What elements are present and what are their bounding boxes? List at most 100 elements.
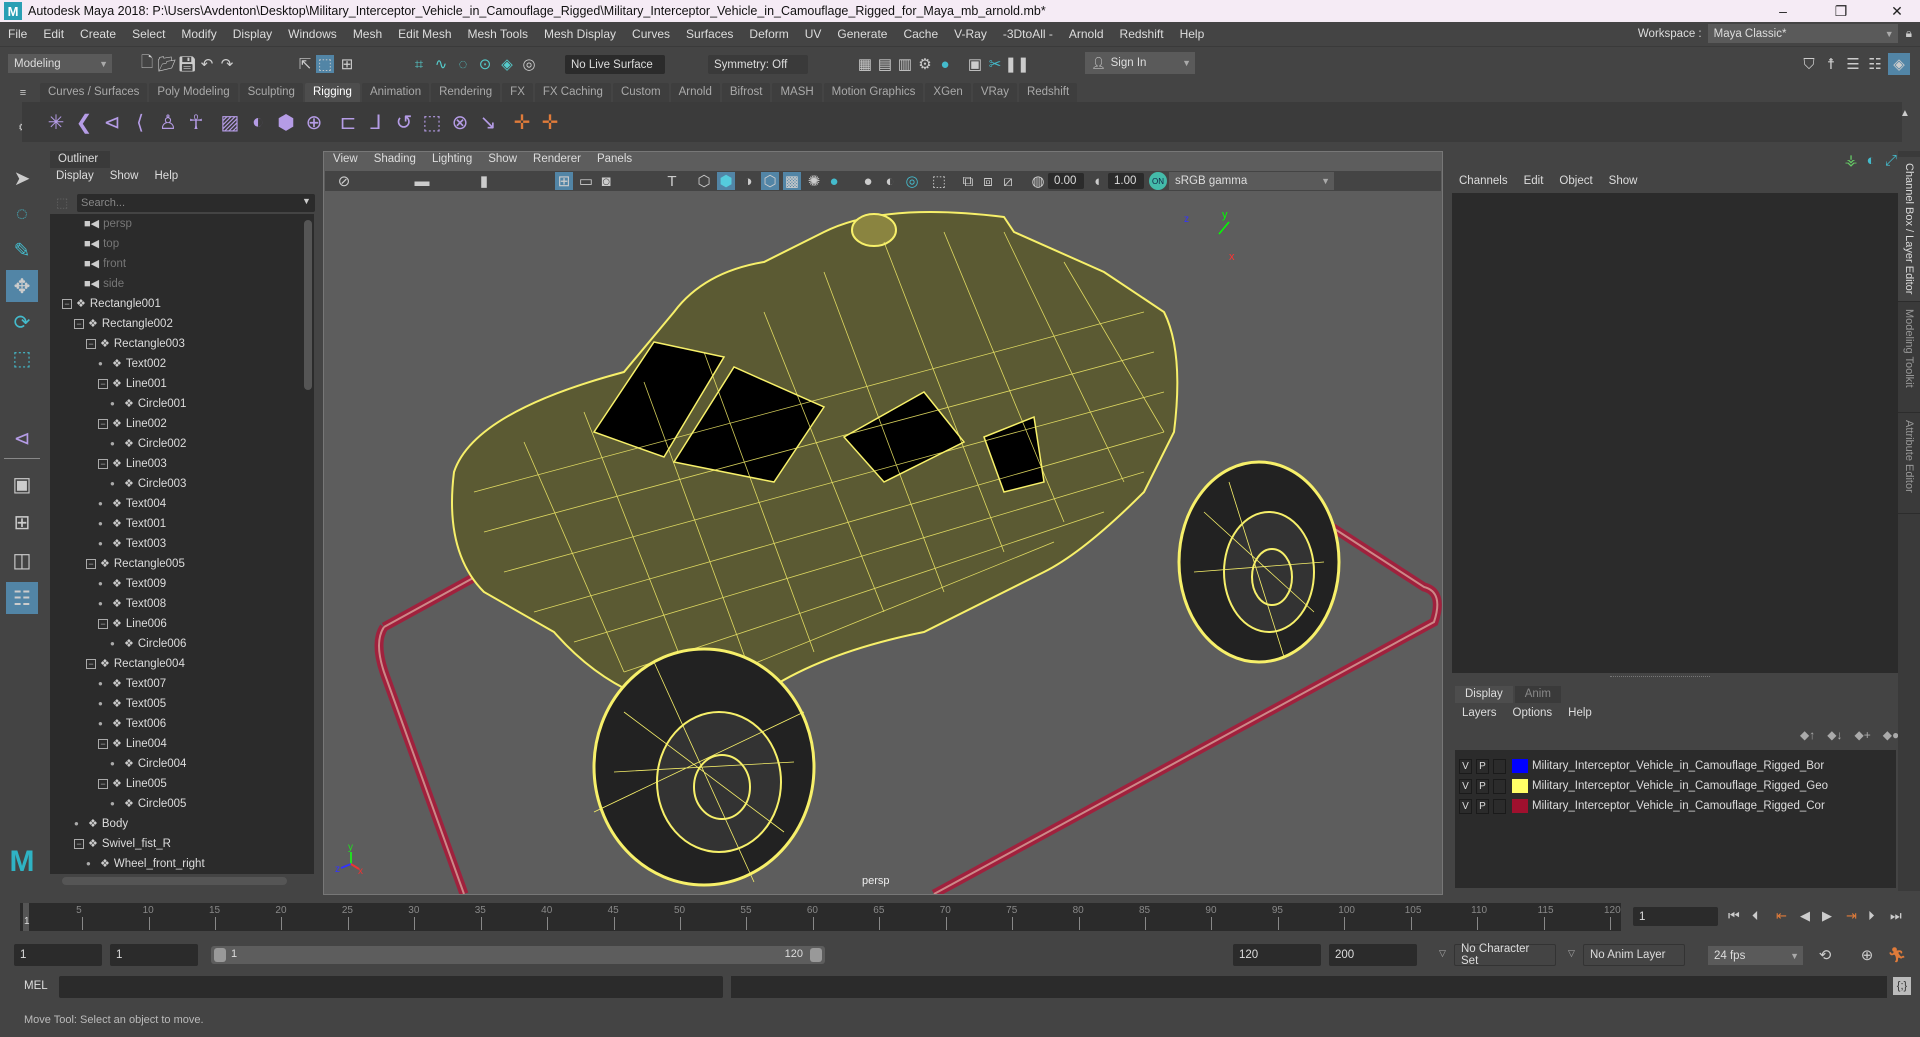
channel-box-sync-icon[interactable]: ◐ bbox=[1862, 151, 1880, 169]
channel-box-icon[interactable]: ◈ bbox=[1888, 53, 1910, 75]
hypershade-icon[interactable]: ● bbox=[936, 55, 954, 73]
side-tab-channel-box[interactable]: Channel Box / Layer Editor bbox=[1898, 157, 1920, 302]
new-scene-icon[interactable]: 🗋 bbox=[138, 54, 156, 73]
layer-playback-toggle[interactable]: P bbox=[1476, 758, 1489, 774]
step-back-key-icon[interactable]: ⇤ bbox=[1776, 908, 1787, 924]
time-slider-track[interactable]: 1 5 10 15 20 25 30 35 40 45 50 55 60 65 70 75 80 85 90 95 1… bbox=[20, 903, 1621, 931]
persp-outliner-icon[interactable]: ◫ bbox=[6, 544, 38, 576]
layer-playback-toggle[interactable]: P bbox=[1476, 798, 1489, 814]
menu-set-dropdown[interactable]: Modeling ▼ bbox=[8, 54, 112, 73]
outliner-item[interactable]: ■◀ front bbox=[84, 254, 126, 274]
collapse-toggle-icon[interactable]: − bbox=[98, 619, 108, 629]
menu-mesh[interactable]: Mesh bbox=[345, 27, 390, 41]
outliner-scrollbar-vertical[interactable] bbox=[304, 220, 312, 390]
outliner-item[interactable]: − ❖ Line001 bbox=[98, 374, 167, 394]
outliner-item[interactable]: − ❖ Line002 bbox=[98, 414, 167, 434]
collapse-toggle-icon[interactable]: − bbox=[86, 339, 96, 349]
smooth-shade-icon[interactable]: ⬢ bbox=[717, 172, 735, 190]
outliner-item[interactable]: − ❖ Rectangle002 bbox=[74, 314, 173, 334]
move-layer-down-icon[interactable]: ◆↓ bbox=[1827, 728, 1842, 742]
ik-handle-icon[interactable]: ❮ bbox=[72, 110, 96, 134]
command-input[interactable] bbox=[59, 976, 723, 998]
bookmark-icon[interactable]: ▮ bbox=[475, 172, 493, 190]
bind-skin-icon[interactable]: ⟨ bbox=[128, 110, 152, 134]
viewport-menu-show[interactable]: Show bbox=[488, 153, 517, 165]
menu-arnold[interactable]: Arnold bbox=[1061, 27, 1112, 41]
pole-vector-constraint-icon[interactable]: ↘ bbox=[476, 110, 500, 134]
collapse-toggle-icon[interactable]: − bbox=[98, 779, 108, 789]
tool-settings-icon[interactable]: ☷ bbox=[1866, 55, 1884, 73]
layer-editor-tab-anim[interactable]: Anim bbox=[1514, 686, 1561, 703]
go-to-start-icon[interactable]: ⏮ bbox=[1728, 908, 1740, 924]
quick-rig-icon[interactable]: ♙ bbox=[156, 110, 180, 134]
outliner-item[interactable]: − ❖ Line006 bbox=[98, 614, 167, 634]
outliner-item[interactable]: − ❖ Line005 bbox=[98, 774, 167, 794]
exposure-field[interactable]: 0.00 bbox=[1048, 173, 1084, 189]
channel-box-menu-edit[interactable]: Edit bbox=[1524, 175, 1544, 187]
menu-edit[interactable]: Edit bbox=[35, 27, 72, 41]
shelf-tab-animation[interactable]: Animation bbox=[361, 83, 430, 102]
outliner-item[interactable]: ● ❖ Circle005 bbox=[110, 794, 186, 814]
layer-editor-menu-help[interactable]: Help bbox=[1568, 707, 1592, 719]
shelf-tab-custom[interactable]: Custom bbox=[612, 83, 669, 102]
snap-point-icon[interactable]: ◌ bbox=[454, 55, 472, 73]
layer-row[interactable]: V P Military_Interceptor_Vehicle_in_Camouf… bbox=[1455, 776, 1896, 796]
menu-redshift[interactable]: Redshift bbox=[1112, 27, 1172, 41]
outliner-item[interactable]: ● ❖ Circle001 bbox=[110, 394, 186, 414]
shelf-tab-redshift[interactable]: Redshift bbox=[1018, 83, 1078, 102]
shelf-tab-sculpting[interactable]: Sculpting bbox=[239, 83, 303, 102]
blend-shape-icon[interactable]: ◐ bbox=[246, 110, 270, 134]
menu-3dtoall[interactable]: -3DtoAll - bbox=[995, 27, 1061, 41]
color-space-dropdown[interactable]: sRGB gamma ▼ bbox=[1169, 172, 1334, 190]
select-object-icon[interactable]: ⬚ bbox=[316, 55, 334, 73]
outliner-search-input[interactable]: Search... bbox=[77, 194, 315, 212]
new-layer-from-selected-icon[interactable]: ◆● bbox=[1883, 728, 1899, 742]
open-scene-icon[interactable]: 📂︎ bbox=[157, 55, 176, 73]
shelf-menu-icon[interactable]: ≡ bbox=[14, 84, 32, 102]
sign-in-button[interactable]: 👤︎ Sign In ▼ bbox=[1085, 52, 1195, 74]
menu-display[interactable]: Display bbox=[225, 27, 280, 41]
layer-playback-toggle[interactable]: P bbox=[1476, 778, 1489, 794]
modeling-toolkit-icon[interactable]: ⛉ bbox=[1800, 55, 1818, 73]
arnold-render-icon[interactable]: ✂︎ bbox=[986, 55, 1004, 73]
wireframe-icon[interactable]: ⬡ bbox=[695, 172, 713, 190]
close-button[interactable]: ✕ bbox=[1874, 0, 1920, 22]
render-frame-icon[interactable]: ▦ bbox=[856, 55, 874, 73]
playback-start-field[interactable]: 1 bbox=[110, 944, 198, 966]
collapse-toggle-icon[interactable]: − bbox=[98, 459, 108, 469]
create-joints-icon[interactable]: ✳︎ bbox=[44, 110, 68, 134]
side-tab-modeling-toolkit[interactable]: Modeling Toolkit bbox=[1898, 303, 1920, 413]
pause-icon[interactable]: ❚❚ bbox=[1004, 55, 1029, 73]
menu-help[interactable]: Help bbox=[1172, 27, 1213, 41]
animation-preferences-icon[interactable]: 🏃︎ bbox=[1887, 946, 1906, 964]
isolate-select-icon[interactable]: ⬚ bbox=[930, 172, 948, 190]
outliner-scrollbar-horizontal[interactable] bbox=[62, 877, 287, 885]
viewport-menu-shading[interactable]: Shading bbox=[374, 153, 416, 165]
outliner-item[interactable]: ● ❖ Text001 bbox=[98, 514, 166, 534]
outliner-tab[interactable]: Outliner bbox=[50, 151, 110, 168]
layer-visibility-toggle[interactable]: V bbox=[1459, 798, 1472, 814]
shelf-tab-arnold[interactable]: Arnold bbox=[670, 83, 720, 102]
motion-blur-icon[interactable]: ◐ bbox=[881, 172, 899, 190]
shelf-tab-rigging[interactable]: Rigging bbox=[304, 83, 360, 102]
viewport-menu-panels[interactable]: Panels bbox=[597, 153, 632, 165]
last-tool-icon[interactable]: ⊲ bbox=[6, 422, 38, 454]
menu-create[interactable]: Create bbox=[72, 27, 124, 41]
layer-visibility-toggle[interactable]: V bbox=[1459, 758, 1472, 774]
outliner-item[interactable]: − ❖ Rectangle003 bbox=[86, 334, 185, 354]
menu-select[interactable]: Select bbox=[124, 27, 173, 41]
color-management-toggle-icon[interactable]: ON bbox=[1149, 172, 1167, 190]
side-tab-attribute-editor[interactable]: Attribute Editor bbox=[1898, 414, 1920, 514]
menu-mesh-display[interactable]: Mesh Display bbox=[536, 27, 624, 41]
menu-windows[interactable]: Windows bbox=[280, 27, 345, 41]
scale-constraint-icon[interactable]: ⬚ bbox=[420, 110, 444, 134]
render-settings-icon[interactable]: ⚙︎ bbox=[916, 55, 934, 73]
outliner-item[interactable]: − ❖ Rectangle004 bbox=[86, 654, 185, 674]
outliner-item[interactable]: ● ❖ Circle006 bbox=[110, 634, 186, 654]
filter-icon[interactable]: ⬚ bbox=[56, 195, 68, 211]
shelf-tab-mash[interactable]: MASH bbox=[772, 83, 822, 102]
lock-icon[interactable]: 🔒︎ bbox=[1906, 26, 1912, 41]
outliner-item[interactable]: − ❖ Rectangle005 bbox=[86, 554, 185, 574]
select-camera-icon[interactable]: ⊘ bbox=[335, 172, 353, 190]
outliner-item[interactable]: ● ❖ Text004 bbox=[98, 494, 166, 514]
